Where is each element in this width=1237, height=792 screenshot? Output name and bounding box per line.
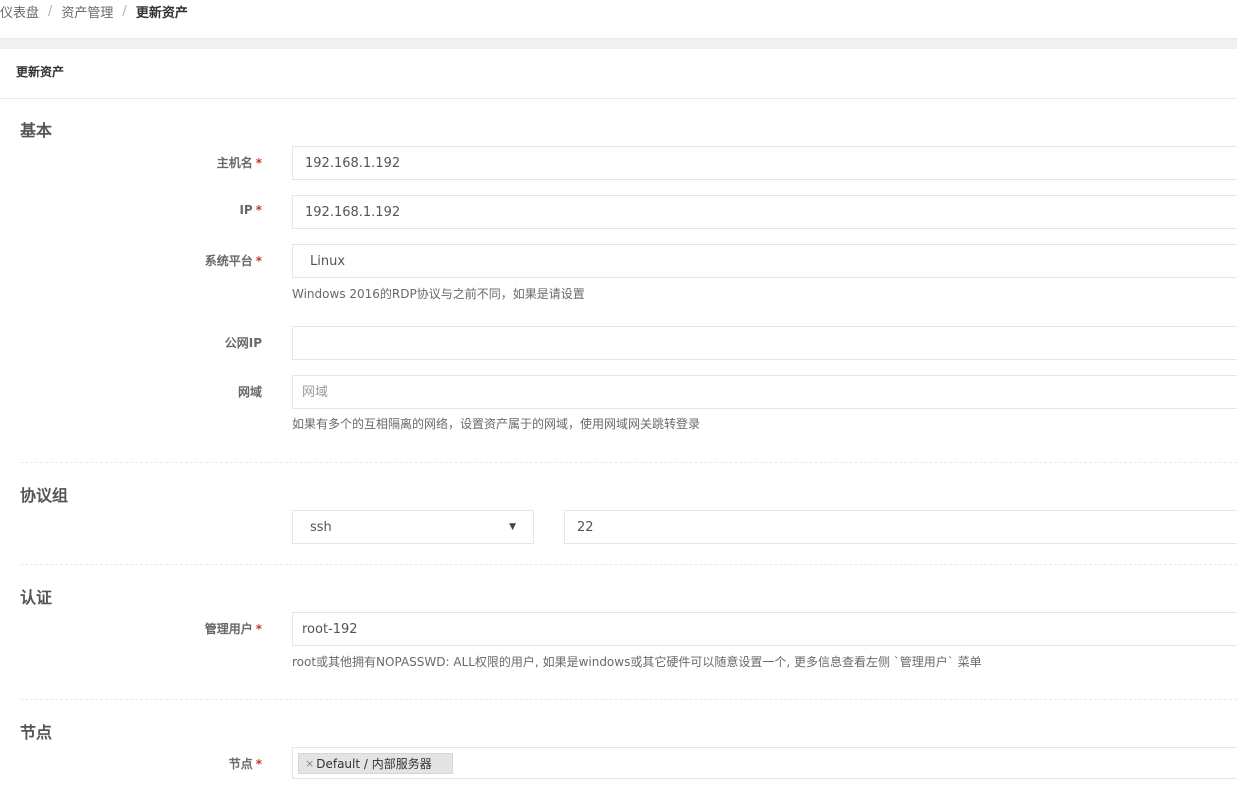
required-marker: * <box>255 757 262 771</box>
node-tag-label: Default / 内部服务器 <box>316 757 432 771</box>
remove-tag-icon[interactable]: × <box>305 757 314 770</box>
ip-input[interactable] <box>292 195 1237 229</box>
admin-user-select[interactable]: root-192 <box>292 612 1237 646</box>
panel-title: 更新资产 <box>16 65 65 79</box>
protocol-port-input[interactable] <box>564 510 1237 544</box>
breadcrumb: 仪表盘 / 资产管理 / 更新资产 <box>0 0 188 22</box>
section-title-nodes: 节点 <box>20 723 53 742</box>
breadcrumb-asset-management[interactable]: 资产管理 <box>61 2 113 21</box>
section-divider <box>20 699 1237 700</box>
domain-help: 如果有多个的互相隔离的网络，设置资产属于的网域，使用网域网关跳转登录 <box>292 417 701 431</box>
section-title-basic: 基本 <box>20 121 53 140</box>
section-title-protocols: 协议组 <box>20 486 69 505</box>
hostname-input[interactable] <box>292 146 1237 180</box>
breadcrumb-update-asset: 更新资产 <box>135 5 188 21</box>
required-marker: * <box>255 254 262 268</box>
public-ip-label: 公网IP <box>224 336 262 350</box>
node-tag: × Default / 内部服务器 <box>298 753 453 774</box>
section-divider <box>20 564 1237 565</box>
nodes-multiselect[interactable]: × Default / 内部服务器 <box>292 747 1237 779</box>
platform-label: 系统平台 * <box>204 254 262 268</box>
hostname-label: 主机名 * <box>216 156 262 170</box>
protocol-select-value: ssh <box>310 519 332 535</box>
ip-label: IP * <box>239 203 262 217</box>
platform-select[interactable]: Linux <box>292 244 1237 278</box>
required-marker: * <box>255 156 262 170</box>
breadcrumb-dashboard[interactable]: 仪表盘 <box>0 2 39 21</box>
breadcrumb-separator: / <box>122 3 127 19</box>
platform-help: Windows 2016的RDP协议与之前不同，如果是请设置 <box>292 287 585 301</box>
section-title-auth: 认证 <box>20 588 53 607</box>
header-separator-band <box>0 38 1237 49</box>
breadcrumb-separator: / <box>48 3 53 19</box>
admin-user-help: root或其他拥有NOPASSWD: ALL权限的用户, 如果是windows或… <box>292 655 982 669</box>
section-divider <box>20 462 1237 463</box>
panel-divider <box>0 98 1237 99</box>
protocol-select[interactable]: ssh ▼ <box>292 510 534 544</box>
domain-select[interactable] <box>292 375 1237 409</box>
public-ip-input[interactable] <box>292 326 1237 360</box>
required-marker: * <box>255 622 262 636</box>
caret-down-icon: ▼ <box>509 522 516 532</box>
admin-user-label: 管理用户 * <box>204 622 262 636</box>
required-marker: * <box>255 203 262 217</box>
domain-label: 网域 <box>237 385 262 399</box>
nodes-label: 节点 * <box>228 757 262 771</box>
